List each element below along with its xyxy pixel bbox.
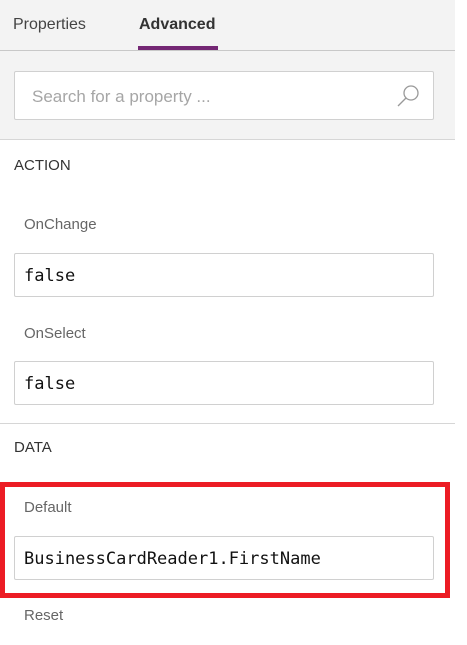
section-divider [0,423,455,424]
search-icon[interactable] [395,83,421,109]
onchange-formula-input[interactable]: false [14,253,434,297]
tab-advanced[interactable]: Advanced [139,16,215,34]
property-label-reset: Reset [24,607,64,624]
property-label-onchange: OnChange [24,216,97,233]
property-label-onselect: OnSelect [24,325,86,342]
section-data-heading: DATA [14,439,52,456]
active-tab-indicator [138,46,218,50]
search-placeholder: Search for a property ... [32,87,211,106]
section-action-heading: ACTION [14,157,71,174]
property-search-input[interactable]: Search for a property ... [14,71,434,120]
tab-bar: Properties Advanced [0,0,455,51]
tab-properties[interactable]: Properties [13,16,86,34]
panel-header: Properties Advanced Search for a propert… [0,0,455,140]
property-label-default: Default [24,499,72,516]
advanced-properties-panel: Properties Advanced Search for a propert… [0,0,455,645]
default-formula-input[interactable]: BusinessCardReader1.FirstName [14,536,434,580]
onselect-formula-input[interactable]: false [14,361,434,405]
